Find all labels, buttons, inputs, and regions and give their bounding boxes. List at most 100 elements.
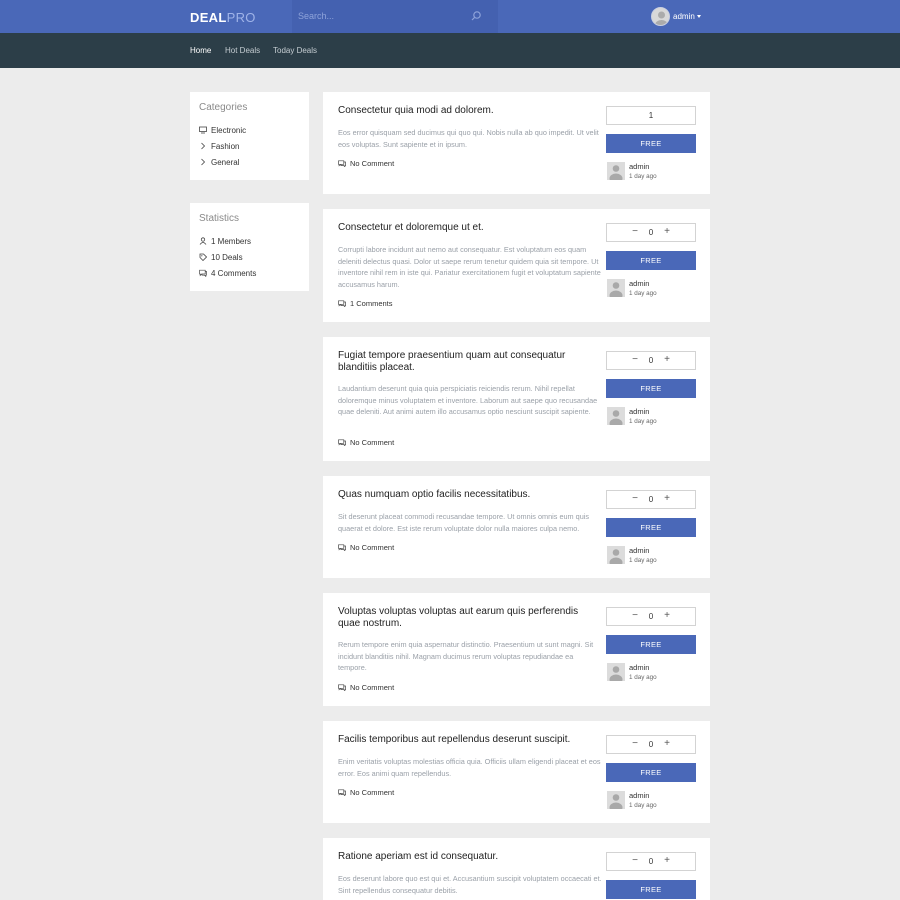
user-silhouette-icon — [609, 549, 623, 564]
downvote-button[interactable]: − — [627, 491, 643, 508]
deal-card: Facilis temporibus aut repellendus deser… — [323, 721, 710, 823]
free-button[interactable]: FREE — [606, 379, 696, 398]
author-name[interactable]: admin — [629, 791, 649, 800]
deal-title[interactable]: Facilis temporibus aut repellendus deser… — [338, 734, 602, 746]
comment-icon — [338, 439, 346, 446]
author-name[interactable]: admin — [629, 162, 649, 171]
free-button[interactable]: FREE — [606, 763, 696, 782]
vote-count: 0 — [648, 495, 654, 504]
deal-title[interactable]: Fugiat tempore praesentium quam aut cons… — [338, 350, 602, 374]
chevron-right-icon — [201, 142, 206, 150]
free-button[interactable]: FREE — [606, 518, 696, 537]
nav-today-deals[interactable]: Today Deals — [273, 46, 317, 55]
downvote-button[interactable]: − — [627, 853, 643, 870]
category-label: Electronic — [211, 126, 247, 135]
stat-label: 4 Comments — [211, 269, 257, 278]
statistics-panel: Statistics 1 Members 10 Deals 4 Comments — [190, 203, 309, 291]
vote-counter: − 0 + — [606, 490, 696, 509]
comment-icon — [338, 300, 346, 307]
chevron-right-icon — [201, 158, 206, 166]
downvote-button[interactable]: − — [627, 736, 643, 753]
author-avatar[interactable] — [607, 791, 625, 809]
category-label: General — [211, 158, 240, 167]
author-name[interactable]: admin — [629, 546, 649, 555]
monitor-icon — [199, 126, 207, 134]
author-avatar[interactable] — [607, 407, 625, 425]
search-input[interactable]: Search... — [292, 0, 498, 33]
user-silhouette-icon — [609, 282, 623, 297]
search-icon[interactable] — [469, 9, 483, 23]
upvote-button[interactable]: + — [659, 491, 675, 508]
comment-count: No Comment — [350, 543, 395, 552]
author-avatar[interactable] — [607, 663, 625, 681]
nav-bar: Home Hot Deals Today Deals — [0, 33, 900, 68]
downvote-button[interactable]: − — [627, 352, 643, 369]
author-avatar[interactable] — [607, 162, 625, 180]
free-button[interactable]: FREE — [606, 134, 696, 153]
deal-card: Voluptas voluptas voluptas aut earum qui… — [323, 593, 710, 706]
user-menu[interactable]: admin — [673, 12, 695, 21]
vote-count: 0 — [648, 612, 654, 621]
author-name[interactable]: admin — [629, 279, 649, 288]
caret-down-icon[interactable] — [697, 15, 701, 18]
upvote-button[interactable]: + — [659, 224, 675, 241]
user-icon — [199, 237, 207, 245]
deal-card: Consectetur quia modi ad dolorem. Eos er… — [323, 92, 710, 194]
deal-card: Fugiat tempore praesentium quam aut cons… — [323, 337, 710, 461]
top-bar: DEALPRO Search... admin — [0, 0, 900, 33]
free-button[interactable]: FREE — [606, 251, 696, 270]
upvote-button[interactable]: + — [659, 736, 675, 753]
stat-label: 10 Deals — [211, 253, 243, 262]
author-avatar[interactable] — [607, 546, 625, 564]
author-name[interactable]: admin — [629, 663, 649, 672]
vote-counter: − 0 + — [606, 223, 696, 242]
vote-counter: − 0 + — [606, 607, 696, 626]
deal-description: Laudantium deserunt quia quia perspiciat… — [338, 384, 598, 416]
deal-card: Ratione aperiam est id consequatur. Eos … — [323, 838, 710, 900]
tag-icon — [199, 253, 207, 261]
vote-count: 0 — [648, 356, 654, 365]
deal-card: Quas numquam optio facilis necessitatibu… — [323, 476, 710, 578]
author-name[interactable]: admin — [629, 407, 649, 416]
downvote-button[interactable]: − — [627, 608, 643, 625]
post-time: 1 day ago — [629, 557, 657, 564]
user-silhouette-icon — [655, 11, 668, 25]
deal-title[interactable]: Voluptas voluptas voluptas aut earum qui… — [338, 606, 602, 630]
upvote-button[interactable]: + — [659, 608, 675, 625]
vote-count: 1 — [648, 111, 654, 120]
author-avatar[interactable] — [607, 279, 625, 297]
comment-count: No Comment — [350, 438, 395, 447]
free-button[interactable]: FREE — [606, 880, 696, 899]
vote-counter: − 0 + — [606, 852, 696, 871]
deal-title[interactable]: Consectetur quia modi ad dolorem. — [338, 105, 602, 117]
comment-icon — [199, 269, 207, 277]
vote-count: 0 — [648, 740, 654, 749]
vote-counter: 1 — [606, 106, 696, 125]
logo-bold-text: DEAL — [190, 10, 227, 25]
upvote-button[interactable]: + — [659, 853, 675, 870]
deal-description: Sit deserunt placeat commodi recusandae … — [338, 512, 590, 533]
free-button[interactable]: FREE — [606, 635, 696, 654]
deal-title[interactable]: Consectetur et doloremque ut et. — [338, 222, 602, 234]
deal-title[interactable]: Quas numquam optio facilis necessitatibu… — [338, 489, 602, 501]
comment-icon — [338, 160, 346, 167]
deal-description: Rerum tempore enim quia aspernatur disti… — [338, 640, 594, 672]
upvote-button[interactable]: + — [659, 352, 675, 369]
stat-label: 1 Members — [211, 237, 252, 246]
statistics-title: Statistics — [199, 213, 240, 224]
user-silhouette-icon — [609, 165, 623, 180]
post-time: 1 day ago — [629, 290, 657, 297]
deal-card: Consectetur et doloremque ut et. Corrupt… — [323, 209, 710, 322]
nav-hot-deals[interactable]: Hot Deals — [225, 46, 260, 55]
categories-panel: Categories Electronic Fashion General — [190, 92, 309, 180]
nav-home[interactable]: Home — [190, 46, 211, 55]
user-silhouette-icon — [609, 666, 623, 681]
user-silhouette-icon — [609, 410, 623, 425]
deal-title[interactable]: Ratione aperiam est id consequatur. — [338, 851, 602, 863]
logo[interactable]: DEALPRO — [190, 10, 256, 25]
vote-count: 0 — [648, 857, 654, 866]
categories-title: Categories — [199, 102, 248, 113]
downvote-button[interactable]: − — [627, 224, 643, 241]
avatar[interactable] — [651, 7, 670, 26]
post-time: 1 day ago — [629, 173, 657, 180]
